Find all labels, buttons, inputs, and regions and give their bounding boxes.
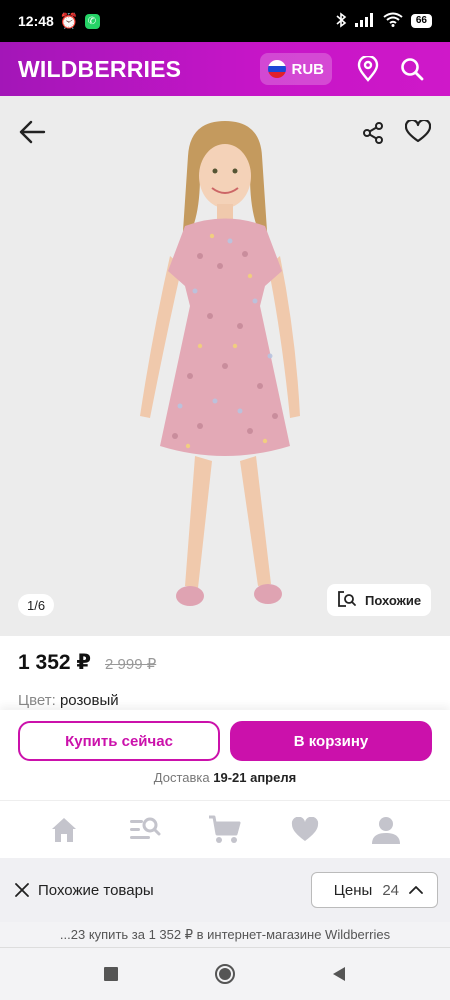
system-navigation (0, 948, 450, 1000)
similar-products-bar: Похожие товары Цены 24 (0, 858, 450, 922)
similar-button[interactable]: Похожие (327, 584, 432, 616)
prices-dropdown[interactable]: Цены 24 (310, 872, 438, 908)
bottom-nav (0, 800, 450, 858)
close-icon[interactable] (12, 880, 32, 900)
home-circle-icon[interactable] (210, 959, 240, 989)
share-icon[interactable] (356, 116, 390, 150)
delivery-label: Доставка (153, 770, 210, 785)
back-arrow-icon[interactable] (14, 114, 50, 150)
product-photo (140, 121, 300, 606)
old-price: 2 999 ₽ (105, 656, 157, 673)
similar-products-title: Похожие товары (38, 881, 154, 899)
add-to-cart-button[interactable]: В корзину (230, 721, 432, 761)
chevron-up-icon (409, 882, 423, 899)
color-row: Цвет: розовый (18, 692, 119, 709)
back-triangle-icon[interactable] (324, 959, 354, 989)
favorites-icon[interactable] (283, 808, 327, 852)
currency-label: RUB (291, 60, 325, 78)
battery-indicator: 66 (410, 14, 432, 28)
current-price: 1 352 ₽ (18, 651, 91, 674)
search-icon[interactable] (390, 47, 434, 91)
product-gallery[interactable]: 1/6 Похожие (0, 96, 450, 636)
similar-button-label: Похожие (365, 592, 422, 608)
currency-selector[interactable]: RUB (259, 53, 332, 85)
catalog-search-icon[interactable] (123, 808, 167, 852)
image-counter: 1/6 (18, 594, 55, 616)
price-row: 1 352 ₽ 2 999 ₽ (18, 650, 156, 675)
action-area: Купить сейчас В корзину Доставка 19-21 а… (0, 710, 450, 800)
status-left: 12:48 ⏰ ✆ (18, 12, 100, 30)
delivery-date: 19-21 апреля (213, 770, 297, 785)
status-time: 12:48 (18, 13, 54, 29)
bluetooth-icon (335, 11, 347, 31)
status-right: 66 (335, 11, 432, 31)
recents-icon[interactable] (96, 959, 126, 989)
wifi-icon (383, 12, 403, 30)
status-bar: 12:48 ⏰ ✆ 66 (0, 0, 450, 42)
home-icon[interactable] (42, 808, 86, 852)
prices-count: 24 (382, 881, 399, 899)
cart-icon[interactable] (203, 808, 247, 852)
color-label: Цвет: (18, 692, 56, 709)
buy-now-button[interactable]: Купить сейчас (18, 721, 220, 761)
profile-icon[interactable] (364, 808, 408, 852)
alarm-icon: ⏰ (59, 13, 79, 30)
delivery-info: Доставка 19-21 апреля (0, 770, 450, 785)
prices-label: Цены (333, 881, 373, 899)
heart-icon[interactable] (400, 114, 436, 150)
location-icon[interactable] (346, 47, 390, 91)
page-caption: ...23 купить за 1 352 ₽ в интернет-магаз… (0, 922, 450, 948)
app-header: WILDBERRIES RUB (0, 42, 450, 96)
color-value: розовый (59, 692, 119, 709)
brand-logo[interactable]: WILDBERRIES (18, 56, 181, 83)
russia-flag-icon (267, 60, 286, 78)
whatsapp-icon: ✆ (84, 13, 100, 29)
similar-search-icon (337, 590, 357, 611)
signal-icon (354, 12, 375, 30)
